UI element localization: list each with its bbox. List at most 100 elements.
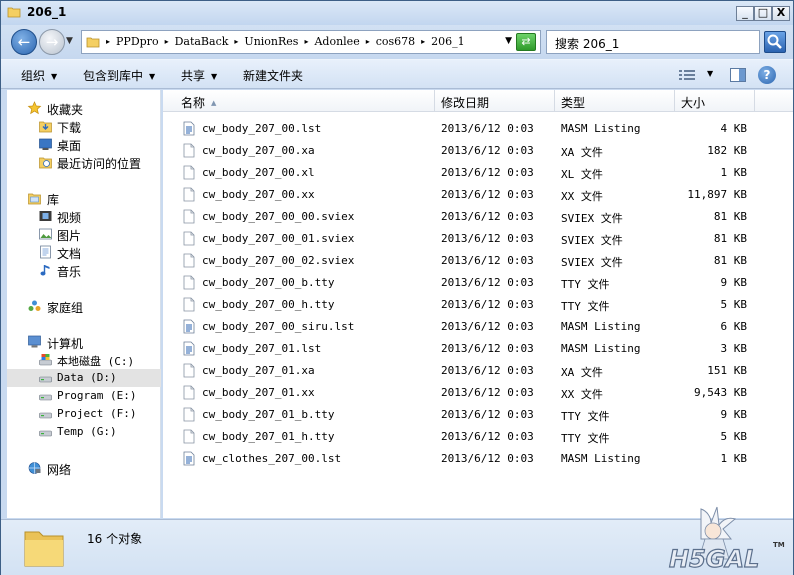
nav-item-desktop[interactable]: 桌面 (7, 135, 161, 153)
arrow-right-icon: → (45, 33, 59, 51)
lst-file-icon (183, 451, 195, 466)
nav-network[interactable]: 网络 (7, 459, 161, 477)
nav-homegroup[interactable]: 家庭组 (7, 297, 161, 315)
nav-item-documents[interactable]: 文档 (7, 243, 161, 261)
file-type: TTY 文件 (561, 410, 610, 423)
breadcrumb-item[interactable]: DataBack (175, 35, 229, 49)
share-menu[interactable]: 共享 ▼ (181, 67, 217, 84)
chevron-down-icon: ▼ (211, 72, 218, 81)
address-history-chevron-icon[interactable]: ▼ (505, 36, 512, 46)
blank-file-icon (183, 429, 195, 444)
file-row[interactable]: cw_clothes_207_00.lst 2013/6/12 0:03 MASM … (163, 448, 793, 470)
nav-item-videos[interactable]: 视频 (7, 207, 161, 225)
file-size: 6 KB (720, 320, 748, 333)
share-label: 共享 (181, 69, 206, 83)
computer-icon (28, 335, 41, 348)
breadcrumb-separator-icon[interactable]: ▸ (421, 35, 425, 49)
hard-drive-icon (39, 412, 52, 419)
breadcrumb-separator-icon[interactable]: ▸ (366, 35, 370, 49)
nav-drive-c[interactable]: 本地磁盘 (C:) (7, 351, 161, 369)
file-row[interactable]: cw_body_207_00.xx 2013/6/12 0:03 XX 文件 11,8… (163, 184, 793, 206)
file-row[interactable]: cw_body_207_01_h.tty 2013/6/12 0:03 TTY 文件… (163, 426, 793, 448)
file-modified: 2013/6/12 0:03 (441, 122, 534, 135)
nav-drive-label: Data (D:) (57, 371, 117, 384)
file-row[interactable]: cw_body_207_01_b.tty 2013/6/12 0:03 TTY 文件… (163, 404, 793, 426)
back-button[interactable]: ← (11, 29, 37, 55)
file-size: 9,543 KB (694, 386, 747, 399)
include-in-library-menu[interactable]: 包含到库中 ▼ (83, 67, 155, 84)
file-row[interactable]: cw_body_207_00_02.sviex 2013/6/12 0:03 SVI… (163, 250, 793, 272)
organize-menu[interactable]: 组织 ▼ (21, 67, 57, 84)
organize-label: 组织 (21, 69, 46, 83)
nav-item-label: 音乐 (57, 265, 82, 279)
column-modified[interactable]: 修改日期 (435, 90, 555, 112)
new-folder-button[interactable]: 新建文件夹 (243, 67, 303, 84)
nav-item-label: 文档 (57, 247, 82, 261)
help-icon[interactable]: ? (758, 66, 776, 84)
column-size[interactable]: 大小 (675, 90, 755, 112)
nav-drive-g[interactable]: Temp (G:) (7, 423, 161, 441)
forward-button[interactable]: → (39, 29, 65, 55)
file-row[interactable]: cw_body_207_00_00.sviex 2013/6/12 0:03 SVI… (163, 206, 793, 228)
title-bar[interactable]: 206_1 _ □ X (1, 1, 793, 25)
nav-item-music[interactable]: 音乐 (7, 261, 161, 279)
nav-drive-e[interactable]: Program (E:) (7, 387, 161, 405)
file-row[interactable]: cw_body_207_01.lst 2013/6/12 0:03 MASM Lis… (163, 338, 793, 360)
nav-favorites[interactable]: 收藏夹 (7, 99, 161, 117)
breadcrumb-item[interactable]: UnionRes (244, 35, 298, 49)
file-row[interactable]: cw_body_207_00_01.sviex 2013/6/12 0:03 SVI… (163, 228, 793, 250)
breadcrumb-separator-icon[interactable]: ▸ (234, 35, 238, 49)
search-input[interactable]: 搜索 206_1 (546, 30, 760, 54)
maximize-button[interactable]: □ (754, 6, 772, 21)
nav-drive-f[interactable]: Project (F:) (7, 405, 161, 423)
folder-icon (7, 7, 21, 18)
refresh-button[interactable]: ⇄ (516, 33, 536, 51)
file-modified: 2013/6/12 0:03 (441, 276, 534, 289)
nav-item-downloads[interactable]: 下载 (7, 117, 161, 135)
breadcrumb-separator-icon[interactable]: ▸ (165, 35, 169, 49)
preview-pane-icon[interactable] (730, 68, 746, 82)
file-modified: 2013/6/12 0:03 (441, 386, 534, 399)
file-row[interactable]: cw_body_207_00_b.tty 2013/6/12 0:03 TTY 文件… (163, 272, 793, 294)
file-row[interactable]: cw_body_207_00_siru.lst 2013/6/12 0:03 MAS… (163, 316, 793, 338)
view-details-icon[interactable] (679, 69, 695, 81)
column-name-label: 名称 (181, 96, 206, 110)
network-icon (28, 462, 41, 474)
file-type: XA 文件 (561, 146, 603, 159)
file-size: 81 KB (713, 254, 747, 267)
view-options-chevron-icon[interactable]: ▼ (707, 69, 713, 78)
breadcrumb-item[interactable]: cos678 (376, 35, 415, 49)
nav-computer[interactable]: 计算机 (7, 333, 161, 351)
nav-drive-d[interactable]: Data (D:) (7, 369, 161, 387)
file-type: SVIEX 文件 (561, 212, 623, 225)
file-row[interactable]: cw_body_207_00.xl 2013/6/12 0:03 XL 文件 1 KB (163, 162, 793, 184)
close-button[interactable]: X (772, 6, 790, 21)
breadcrumb-item[interactable]: Adonlee (314, 35, 359, 49)
breadcrumb-item[interactable]: 206_1 (431, 35, 465, 49)
sort-ascending-icon: ▲ (211, 99, 217, 107)
file-row[interactable]: cw_body_207_01.xa 2013/6/12 0:03 XA 文件 151 … (163, 360, 793, 382)
breadcrumb-separator-icon[interactable]: ▸ (106, 35, 110, 49)
nav-item-label: 桌面 (57, 139, 82, 153)
command-bar: 组织 ▼ 包含到库中 ▼ 共享 ▼ 新建文件夹 ▼ ? (1, 59, 793, 89)
file-row[interactable]: cw_body_207_00_h.tty 2013/6/12 0:03 TTY 文件… (163, 294, 793, 316)
chevron-down-icon: ▼ (51, 72, 58, 81)
address-bar[interactable]: ▸ PPDpro ▸ DataBack ▸ UnionRes ▸ Adonlee ▸ cos678… (81, 30, 541, 54)
file-row[interactable]: cw_body_207_00.xa 2013/6/12 0:03 XA 文件 182 … (163, 140, 793, 162)
recent-pages-chevron-icon[interactable]: ▼ (66, 36, 73, 46)
file-row[interactable]: cw_body_207_01.xx 2013/6/12 0:03 XX 文件 9,54… (163, 382, 793, 404)
nav-network-label: 网络 (47, 463, 72, 477)
library-icon (28, 193, 41, 205)
breadcrumb-item[interactable]: PPDpro (116, 35, 159, 49)
nav-libraries[interactable]: 库 (7, 189, 161, 207)
minimize-button[interactable]: _ (736, 6, 754, 21)
file-row[interactable]: cw_body_207_00.lst 2013/6/12 0:03 MASM Lis… (163, 118, 793, 140)
file-modified: 2013/6/12 0:03 (441, 166, 534, 179)
nav-item-pictures[interactable]: 图片 (7, 225, 161, 243)
search-button[interactable] (764, 31, 786, 53)
nav-item-recent-places[interactable]: 最近访问的位置 (7, 153, 161, 171)
column-name[interactable]: 名称 ▲ (163, 90, 435, 112)
window-title: 206_1 (27, 5, 67, 19)
breadcrumb-separator-icon[interactable]: ▸ (304, 35, 308, 49)
column-type[interactable]: 类型 (555, 90, 675, 112)
